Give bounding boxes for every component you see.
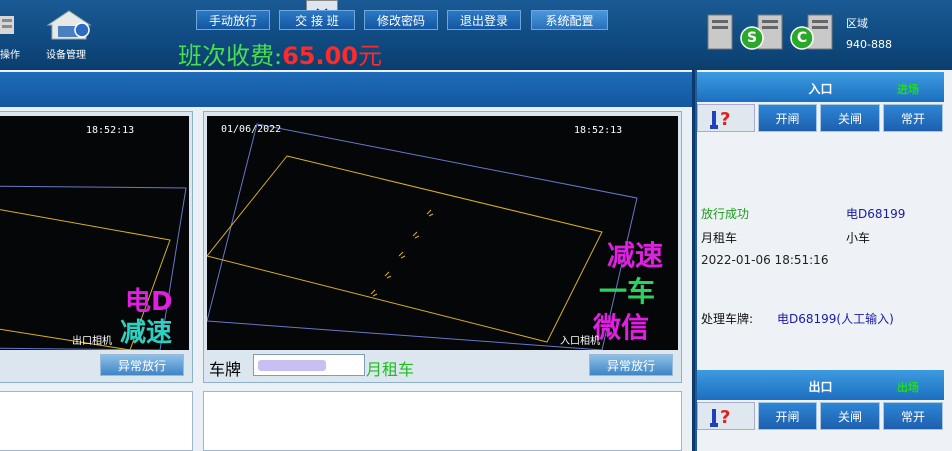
- entrance-vehicle-category: 月租车: [701, 231, 738, 245]
- plate-input[interactable]: [253, 354, 365, 376]
- exit-camera-time: 18:52:13: [86, 125, 135, 136]
- svg-text:?: ?: [720, 109, 730, 130]
- operation-label: 操作: [0, 50, 20, 61]
- car-type-label: 月租车: [366, 360, 415, 379]
- plate-redaction: [258, 360, 326, 371]
- logout-button[interactable]: 退出登录: [447, 10, 521, 30]
- entrance-camera-led-2: 一车: [599, 275, 656, 308]
- exit-open-gate-button[interactable]: 开闸: [758, 402, 817, 430]
- entrance-result: 放行成功: [701, 207, 750, 221]
- system-config-button[interactable]: 系统配置: [531, 10, 608, 30]
- entrance-datetime: 2022-01-06 18:51:16: [701, 253, 829, 267]
- exit-camera-led-bottom: 减速: [120, 318, 173, 348]
- entrance-camera-led-3: 微信: [593, 311, 650, 344]
- processed-plate-value: 电D68199(人工输入): [777, 312, 894, 326]
- entrance-camera-name: 入口相机: [560, 336, 600, 347]
- operation-icon[interactable]: [0, 10, 18, 40]
- svg-text:?: ?: [720, 407, 730, 428]
- shift-fee-unit: 元: [358, 42, 383, 70]
- exit-camera-video: 18:52:13 电D 减速 出口相机: [0, 116, 189, 350]
- camera-area-header: [0, 72, 692, 107]
- change-password-button[interactable]: 修改密码: [364, 10, 438, 30]
- exit-status: 出场: [897, 381, 919, 394]
- entrance-camera-time: 18:52:13: [574, 125, 623, 136]
- manual-release-button[interactable]: 手动放行: [196, 10, 270, 30]
- device-management-label: 设备管理: [46, 50, 86, 61]
- plate-label: 车牌: [209, 360, 242, 379]
- entrance-keep-open-button[interactable]: 常开: [883, 104, 943, 132]
- exit-close-gate-button[interactable]: 关闸: [820, 402, 880, 430]
- entrance-section-header: 入口 进场: [697, 72, 944, 102]
- shift-fee-label: 班次收费:: [178, 42, 283, 70]
- entrance-help-icon[interactable]: ?: [697, 104, 755, 132]
- exit-record-panel: [0, 391, 193, 451]
- entrance-camera-date: 01/06/2022: [221, 124, 282, 135]
- exit-keep-open-button[interactable]: 常开: [883, 402, 943, 430]
- region-code: 940-888: [846, 38, 892, 51]
- entrance-plate: 电D68199: [846, 207, 906, 221]
- entrance-abnormal-release-button[interactable]: 异常放行: [589, 354, 673, 376]
- server-status-icon: [706, 12, 840, 52]
- exit-section-header: 出口 出场: [697, 370, 944, 400]
- exit-help-icon[interactable]: ?: [697, 402, 755, 430]
- shift-handover-button[interactable]: 交 接 班: [279, 10, 355, 30]
- entrance-open-gate-button[interactable]: 开闸: [758, 104, 817, 132]
- shift-fee-amount: 65.00: [282, 42, 359, 70]
- processed-plate-label: 处理车牌:: [701, 312, 754, 326]
- entrance-camera-led-1: 减速: [607, 239, 664, 272]
- entrance-vehicle-size: 小车: [846, 231, 871, 245]
- server-status-s: S: [746, 30, 758, 46]
- device-management-icon[interactable]: [44, 8, 94, 42]
- entrance-close-gate-button[interactable]: 关闸: [820, 104, 880, 132]
- shift-fee-display: 班次收费:65.00元: [178, 36, 382, 71]
- exit-abnormal-release-button[interactable]: 异常放行: [100, 354, 184, 376]
- exit-camera-name: 出口相机: [72, 336, 112, 347]
- entrance-record-panel: [203, 391, 682, 451]
- entrance-status: 进场: [897, 83, 919, 96]
- server-status-c: C: [796, 30, 808, 46]
- region-label: 区域: [846, 17, 868, 30]
- entrance-camera-video: 01/06/2022 18:52:13 减速 一车 微信 入口相机: [207, 116, 678, 350]
